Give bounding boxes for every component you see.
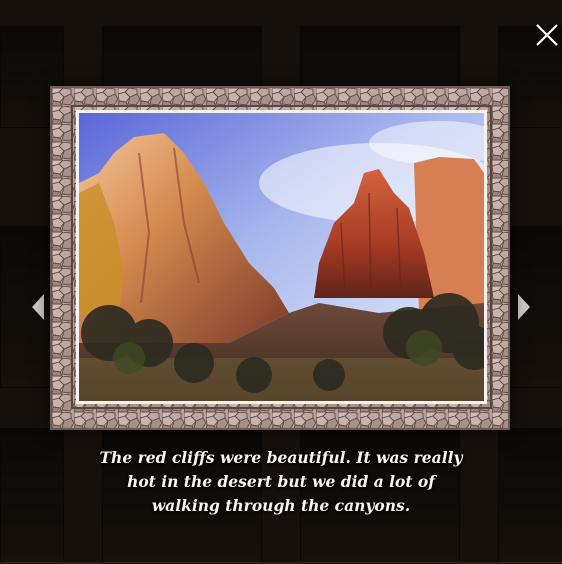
lightbox-frame xyxy=(50,86,510,430)
close-x-icon xyxy=(536,24,558,46)
lightbox-photo xyxy=(76,110,487,404)
chevron-right-icon xyxy=(518,294,530,320)
previous-image-button[interactable] xyxy=(30,292,48,322)
lightbox-caption: The red cliffs were beautiful. It was re… xyxy=(99,448,463,515)
next-image-button[interactable] xyxy=(514,292,532,322)
canyon-photo-image xyxy=(79,113,484,401)
close-button[interactable] xyxy=(534,22,560,48)
chevron-left-icon xyxy=(32,294,44,320)
